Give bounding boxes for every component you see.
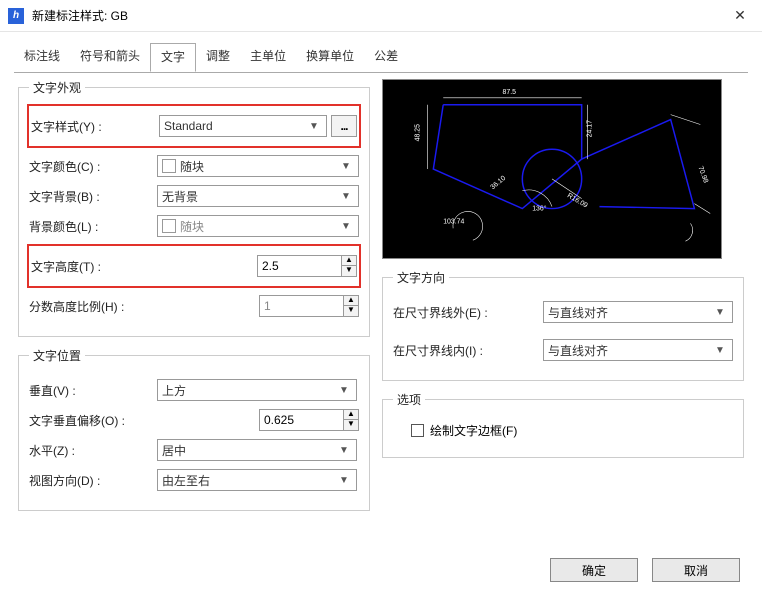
svg-text:48.25: 48.25 [414,124,421,141]
tab-bar: 标注线 符号和箭头 文字 调整 主单位 换算单位 公差 [0,32,762,72]
combo-vertical[interactable]: 上方 ▼ [157,379,357,401]
combo-horizontal[interactable]: 居中 ▼ [157,439,357,461]
legend-options: 选项 [393,391,425,408]
cancel-button[interactable]: 取消 [652,558,740,582]
label-outside: 在尺寸界线外(E) : [393,304,543,321]
app-icon: h [8,8,24,24]
tab-alt[interactable]: 换算单位 [296,43,364,72]
svg-text:136°: 136° [532,205,547,213]
svg-text:24.17: 24.17 [587,120,594,137]
combo-outside[interactable]: 与直线对齐 ▼ [543,301,733,323]
spinner-fraction-scale: ▲▼ [259,295,359,317]
label-text-height: 文字高度(T) : [31,258,159,275]
spinner-text-height[interactable]: ▲▼ [257,255,357,277]
label-draw-frame: 绘制文字边框(F) [430,422,517,439]
label-text-bg: 文字背景(B) : [29,188,157,205]
input-fraction-scale [260,296,343,316]
spin-down-icon: ▼ [344,306,358,316]
combo-inside[interactable]: 与直线对齐 ▼ [543,339,733,361]
spinner-offset[interactable]: ▲▼ [259,409,359,431]
group-options: 选项 绘制文字边框(F) [382,391,744,458]
window-title: 新建标注样式: GB [32,7,718,24]
label-vertical: 垂直(V) : [29,382,157,399]
label-text-color: 文字颜色(C) : [29,158,157,175]
tab-text[interactable]: 文字 [150,43,196,72]
swatch-icon [162,219,176,233]
tab-fit[interactable]: 调整 [196,43,240,72]
chevron-down-icon: ▼ [336,445,352,456]
tab-arrows[interactable]: 符号和箭头 [70,43,150,72]
chevron-down-icon: ▼ [336,475,352,486]
chevron-down-icon: ▼ [712,307,728,318]
label-fraction-scale: 分数高度比例(H) : [29,298,157,315]
svg-text:103.74: 103.74 [443,218,464,225]
close-button[interactable]: ✕ [718,0,762,32]
group-position: 文字位置 垂直(V) : 上方 ▼ 文字垂直偏移(O) : ▲▼ [18,347,370,511]
ok-button[interactable]: 确定 [550,558,638,582]
dialog-buttons: 确定 取消 [550,558,740,582]
chevron-down-icon: ▼ [712,345,728,356]
group-appearance: 文字外观 文字样式(Y) : Standard ▼ ... 文字颜色(C) : [18,79,370,337]
swatch-icon [162,159,176,173]
input-text-height[interactable] [258,256,341,276]
chevron-down-icon: ▼ [338,221,354,232]
combo-bg-color: 随块 ▼ [157,215,359,237]
highlight-style: 文字样式(Y) : Standard ▼ ... [27,104,361,148]
chevron-down-icon: ▼ [336,385,352,396]
chevron-down-icon: ▼ [306,121,322,132]
combo-text-bg[interactable]: 无背景 ▼ [157,185,359,207]
svg-text:87.5: 87.5 [503,89,517,96]
spin-down-icon[interactable]: ▼ [342,266,356,276]
label-view-dir: 视图方向(D) : [29,472,157,489]
chevron-down-icon: ▼ [338,191,354,202]
highlight-height: 文字高度(T) : ▲▼ [27,244,361,288]
titlebar: h 新建标注样式: GB ✕ [0,0,762,32]
label-horizontal: 水平(Z) : [29,442,157,459]
preview-canvas: 87.5 48.25 24.17 70.98 36.10 R16.09 136°… [382,79,722,259]
label-text-style: 文字样式(Y) : [31,118,159,135]
tab-primary[interactable]: 主单位 [240,43,296,72]
combo-view-dir[interactable]: 由左至右 ▼ [157,469,357,491]
legend-appearance: 文字外观 [29,79,85,96]
chevron-down-icon: ▼ [338,161,354,172]
button-style-browse[interactable]: ... [331,115,357,137]
spin-down-icon[interactable]: ▼ [344,420,358,430]
label-inside: 在尺寸界线内(I) : [393,342,543,359]
label-bg-color: 背景颜色(L) : [29,218,157,235]
combo-text-color[interactable]: 随块 ▼ [157,155,359,177]
combo-text-style[interactable]: Standard ▼ [159,115,327,137]
legend-position: 文字位置 [29,347,85,364]
label-offset: 文字垂直偏移(O) : [29,412,157,429]
tab-tolerance[interactable]: 公差 [364,43,408,72]
legend-direction: 文字方向 [393,269,449,286]
checkbox-draw-frame[interactable] [411,424,424,437]
group-direction: 文字方向 在尺寸界线外(E) : 与直线对齐 ▼ 在尺寸界线内(I) : 与直线… [382,269,744,381]
input-offset[interactable] [260,410,343,430]
tab-dimline[interactable]: 标注线 [14,43,70,72]
